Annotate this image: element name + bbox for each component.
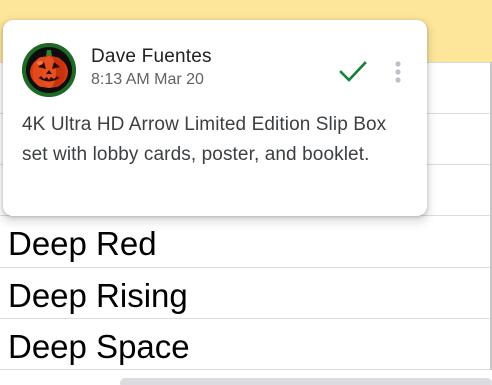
jack-o-lantern-avatar bbox=[22, 43, 76, 97]
more-vert-icon bbox=[395, 61, 401, 83]
table-row[interactable]: Deep Rising bbox=[0, 268, 490, 319]
cell-title[interactable]: Deep Space bbox=[8, 330, 190, 363]
table-row[interactable]: Deep Red bbox=[0, 216, 490, 268]
comment-timestamp[interactable]: 8:13 AM Mar 20 bbox=[91, 71, 204, 89]
cell-title[interactable]: Deep Rising bbox=[8, 279, 188, 312]
comment-text: 4K Ultra HD Arrow Limited Edition Slip B… bbox=[22, 114, 387, 165]
sheet-viewport: Deep Red Deep Rising Deep Space Dave Fue… bbox=[0, 0, 492, 385]
more-options-button[interactable] bbox=[383, 50, 413, 92]
comment-card[interactable]: Dave Fuentes 8:13 AM Mar 20 4K Ultra HD … bbox=[3, 20, 427, 216]
comment-author: Dave Fuentes bbox=[91, 46, 212, 67]
checkmark-icon bbox=[339, 61, 367, 82]
scrollbar-thumb[interactable] bbox=[120, 378, 492, 385]
cell-title[interactable]: Deep Red bbox=[8, 227, 157, 260]
table-row[interactable]: Deep Space bbox=[0, 319, 490, 370]
resolve-button[interactable] bbox=[332, 50, 374, 92]
